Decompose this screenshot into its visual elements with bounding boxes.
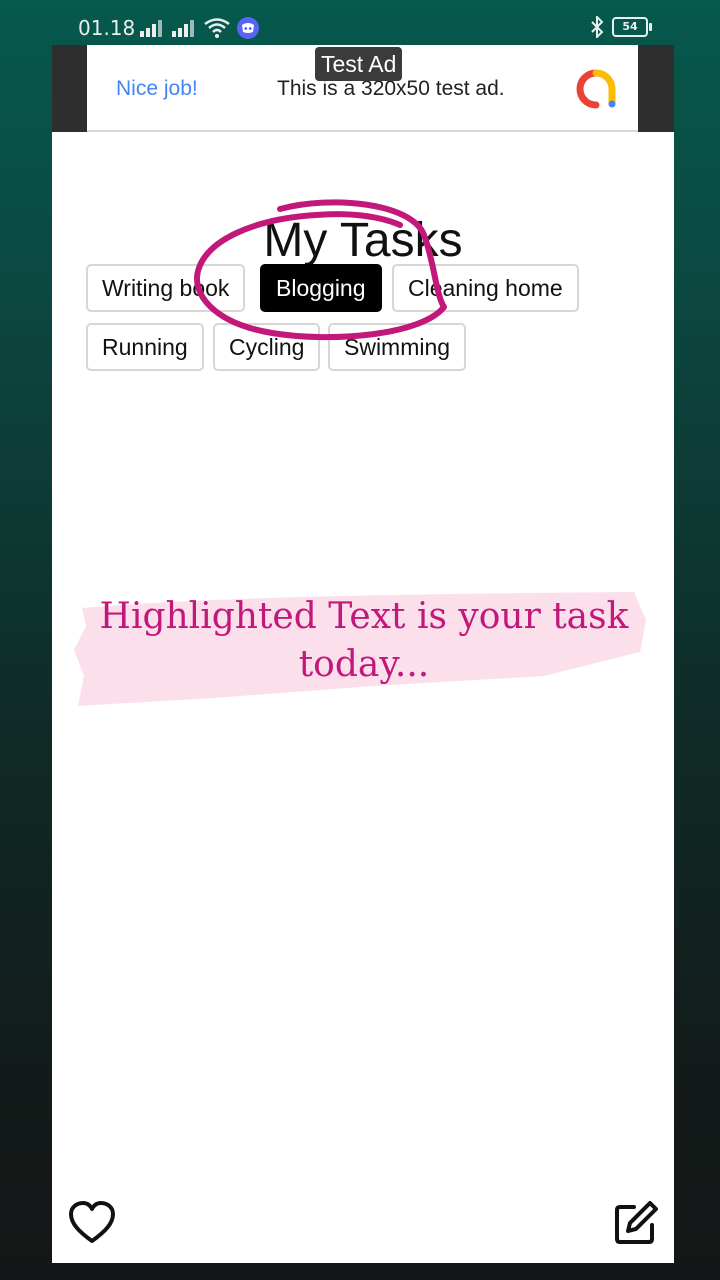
ad-area: Nice job! This is a 320x50 test ad. Test… — [52, 45, 674, 132]
task-chip-writing-book[interactable]: Writing book — [86, 264, 246, 312]
task-chip-blogging[interactable]: Blogging — [260, 264, 382, 312]
status-bar: 01.18 54 — [0, 0, 720, 46]
task-chip-swimming[interactable]: Swimming — [328, 323, 467, 371]
highlight-line-2: today... — [298, 644, 430, 685]
edit-icon[interactable] — [612, 1199, 660, 1247]
status-time: 01.18 — [78, 16, 136, 40]
highlight-message: Highlighted Text is your task today... — [74, 593, 654, 689]
wifi-icon — [204, 18, 230, 38]
signal-icon — [140, 20, 162, 37]
heart-icon[interactable] — [68, 1199, 116, 1247]
bluetooth-icon — [591, 16, 604, 38]
ad-nice-label: Nice job! — [116, 77, 198, 100]
battery-icon: 54 — [612, 17, 652, 37]
signal-icon — [172, 20, 194, 37]
highlight-line-1: Highlighted Text is your task — [99, 596, 629, 637]
status-icons — [140, 16, 260, 40]
app-screen: Nice job! This is a 320x50 test ad. Test… — [52, 45, 674, 1263]
discord-icon — [237, 17, 259, 39]
admob-logo-icon — [576, 69, 616, 109]
status-right: 54 — [590, 16, 652, 38]
page-title: My Tasks — [263, 214, 463, 267]
test-ad-badge: Test Ad — [315, 47, 403, 81]
task-chip-running[interactable]: Running — [86, 323, 204, 371]
task-chip-cleaning-home[interactable]: Cleaning home — [392, 264, 579, 312]
task-chip-cycling[interactable]: Cycling — [213, 323, 321, 371]
